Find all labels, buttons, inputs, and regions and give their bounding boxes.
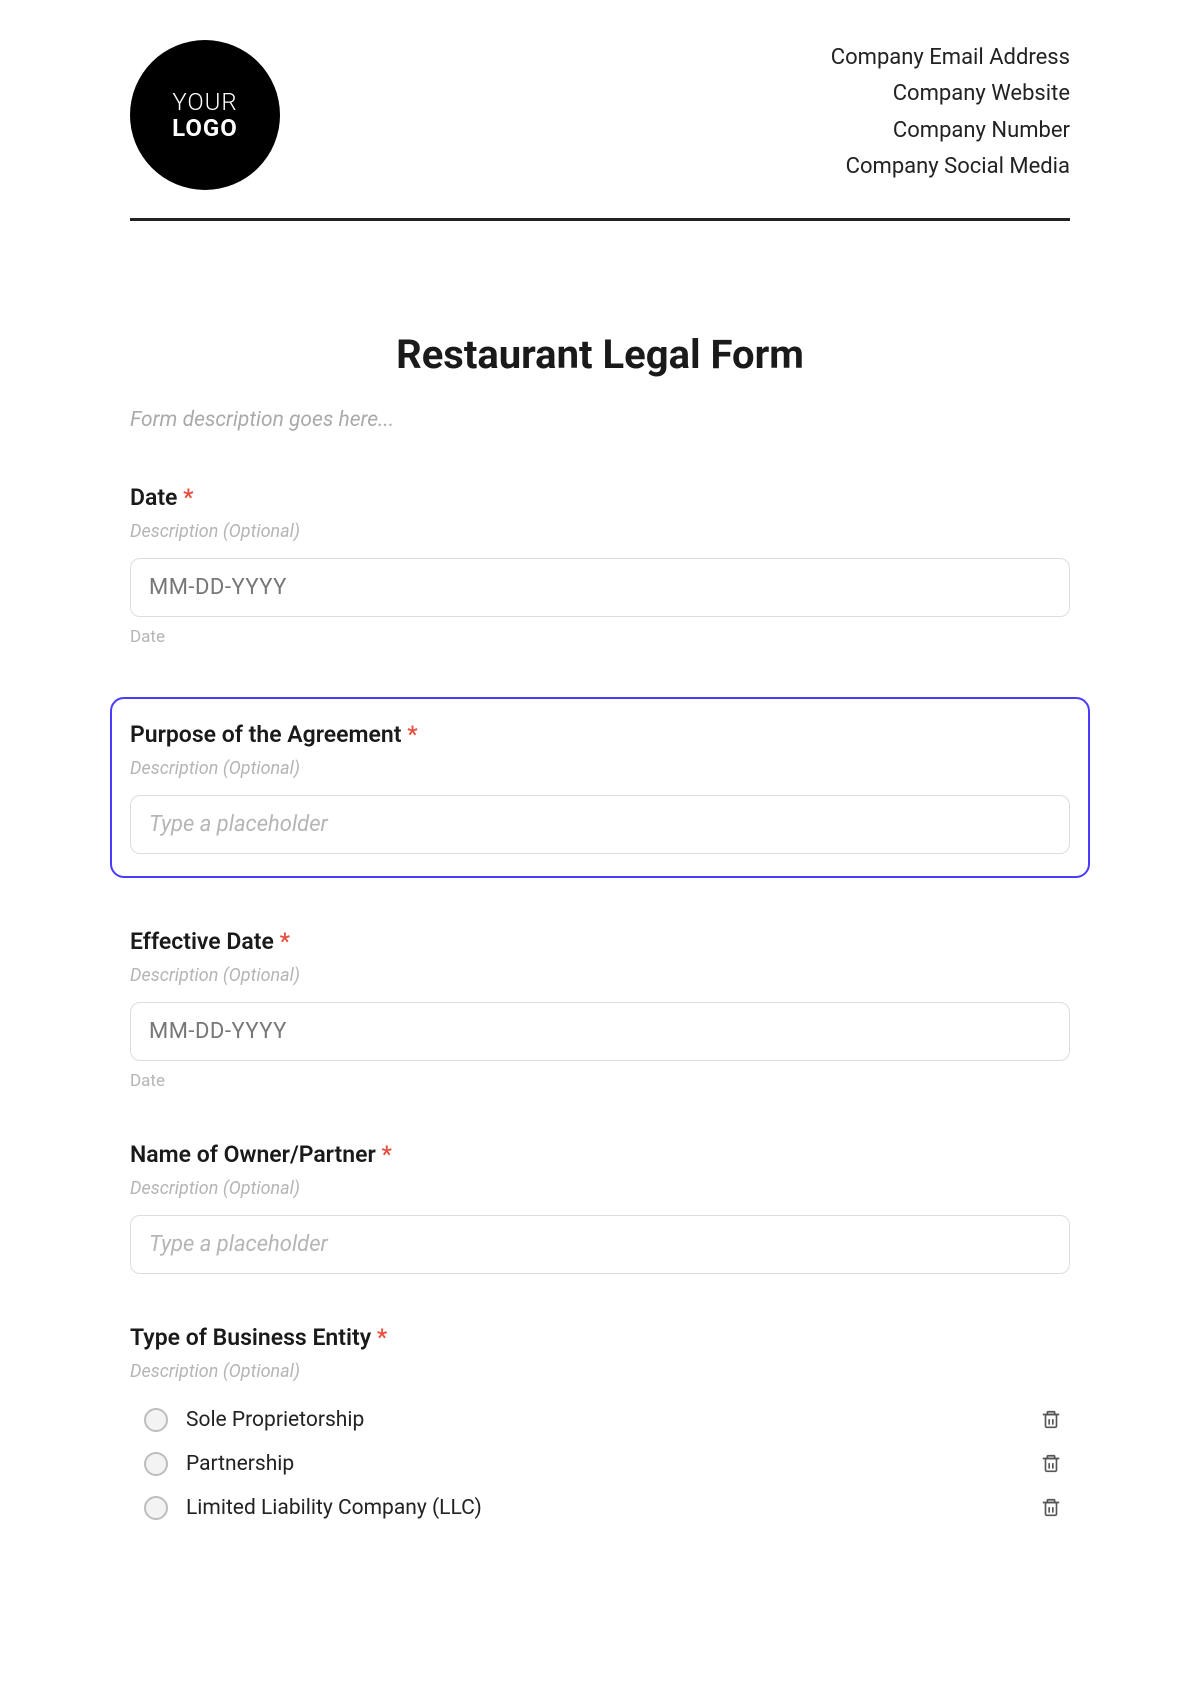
company-social: Company Social Media — [831, 149, 1070, 185]
radio-icon[interactable] — [144, 1408, 168, 1432]
field-description-entity-type[interactable]: Description (Optional) — [130, 1361, 1070, 1382]
document-header: YOUR LOGO Company Email Address Company … — [130, 40, 1070, 221]
radio-label[interactable]: Partnership — [186, 1452, 294, 1476]
company-website: Company Website — [831, 76, 1070, 112]
required-star-icon: * — [377, 1324, 387, 1351]
form-title[interactable]: Restaurant Legal Form — [130, 331, 1070, 378]
field-entity-type[interactable]: Type of Business Entity * Description (O… — [130, 1324, 1070, 1530]
field-purpose[interactable]: Purpose of the Agreement * Description (… — [110, 697, 1090, 878]
radio-label[interactable]: Limited Liability Company (LLC) — [186, 1496, 482, 1520]
field-effective-date[interactable]: Effective Date * Description (Optional) … — [130, 928, 1070, 1091]
field-label-text: Purpose of the Agreement — [130, 721, 402, 748]
radio-option: Partnership — [130, 1442, 1070, 1486]
field-label-text: Date — [130, 484, 177, 511]
field-sublabel-date: Date — [130, 627, 1070, 647]
entity-type-options: Sole Proprietorship Partnership Li — [130, 1398, 1070, 1530]
owner-name-input[interactable] — [130, 1215, 1070, 1274]
field-label-text: Name of Owner/Partner — [130, 1141, 376, 1168]
radio-icon[interactable] — [144, 1452, 168, 1476]
trash-icon[interactable] — [1040, 1408, 1062, 1432]
field-description-owner-name[interactable]: Description (Optional) — [130, 1178, 1070, 1199]
field-description-effective-date[interactable]: Description (Optional) — [130, 965, 1070, 986]
field-label-owner-name: Name of Owner/Partner * — [130, 1141, 1070, 1168]
field-description-date[interactable]: Description (Optional) — [130, 521, 1070, 542]
radio-label[interactable]: Sole Proprietorship — [186, 1408, 364, 1432]
logo-text-line1: YOUR — [172, 89, 237, 115]
date-input[interactable] — [130, 558, 1070, 617]
field-label-text: Effective Date — [130, 928, 274, 955]
field-sublabel-effective-date: Date — [130, 1071, 1070, 1091]
field-description-purpose[interactable]: Description (Optional) — [130, 758, 1070, 779]
required-star-icon: * — [280, 928, 290, 955]
trash-icon[interactable] — [1040, 1496, 1062, 1520]
required-star-icon: * — [381, 1141, 391, 1168]
field-owner-name[interactable]: Name of Owner/Partner * Description (Opt… — [130, 1141, 1070, 1274]
radio-option: Sole Proprietorship — [130, 1398, 1070, 1442]
field-label-purpose: Purpose of the Agreement * — [130, 721, 1070, 748]
effective-date-input[interactable] — [130, 1002, 1070, 1061]
required-star-icon: * — [183, 484, 193, 511]
radio-icon[interactable] — [144, 1496, 168, 1520]
company-email: Company Email Address — [831, 40, 1070, 76]
trash-icon[interactable] — [1040, 1452, 1062, 1476]
purpose-input[interactable] — [130, 795, 1070, 854]
field-label-entity-type: Type of Business Entity * — [130, 1324, 1070, 1351]
company-number: Company Number — [831, 113, 1070, 149]
required-star-icon: * — [407, 721, 417, 748]
radio-option: Limited Liability Company (LLC) — [130, 1486, 1070, 1530]
field-label-text: Type of Business Entity — [130, 1324, 371, 1351]
field-label-effective-date: Effective Date * — [130, 928, 1070, 955]
field-label-date: Date * — [130, 484, 1070, 511]
company-info-block: Company Email Address Company Website Co… — [831, 40, 1070, 185]
logo-text-line2: LOGO — [172, 115, 238, 141]
form-description[interactable]: Form description goes here... — [130, 408, 1070, 432]
logo: YOUR LOGO — [130, 40, 280, 190]
field-date[interactable]: Date * Description (Optional) Date — [130, 484, 1070, 647]
